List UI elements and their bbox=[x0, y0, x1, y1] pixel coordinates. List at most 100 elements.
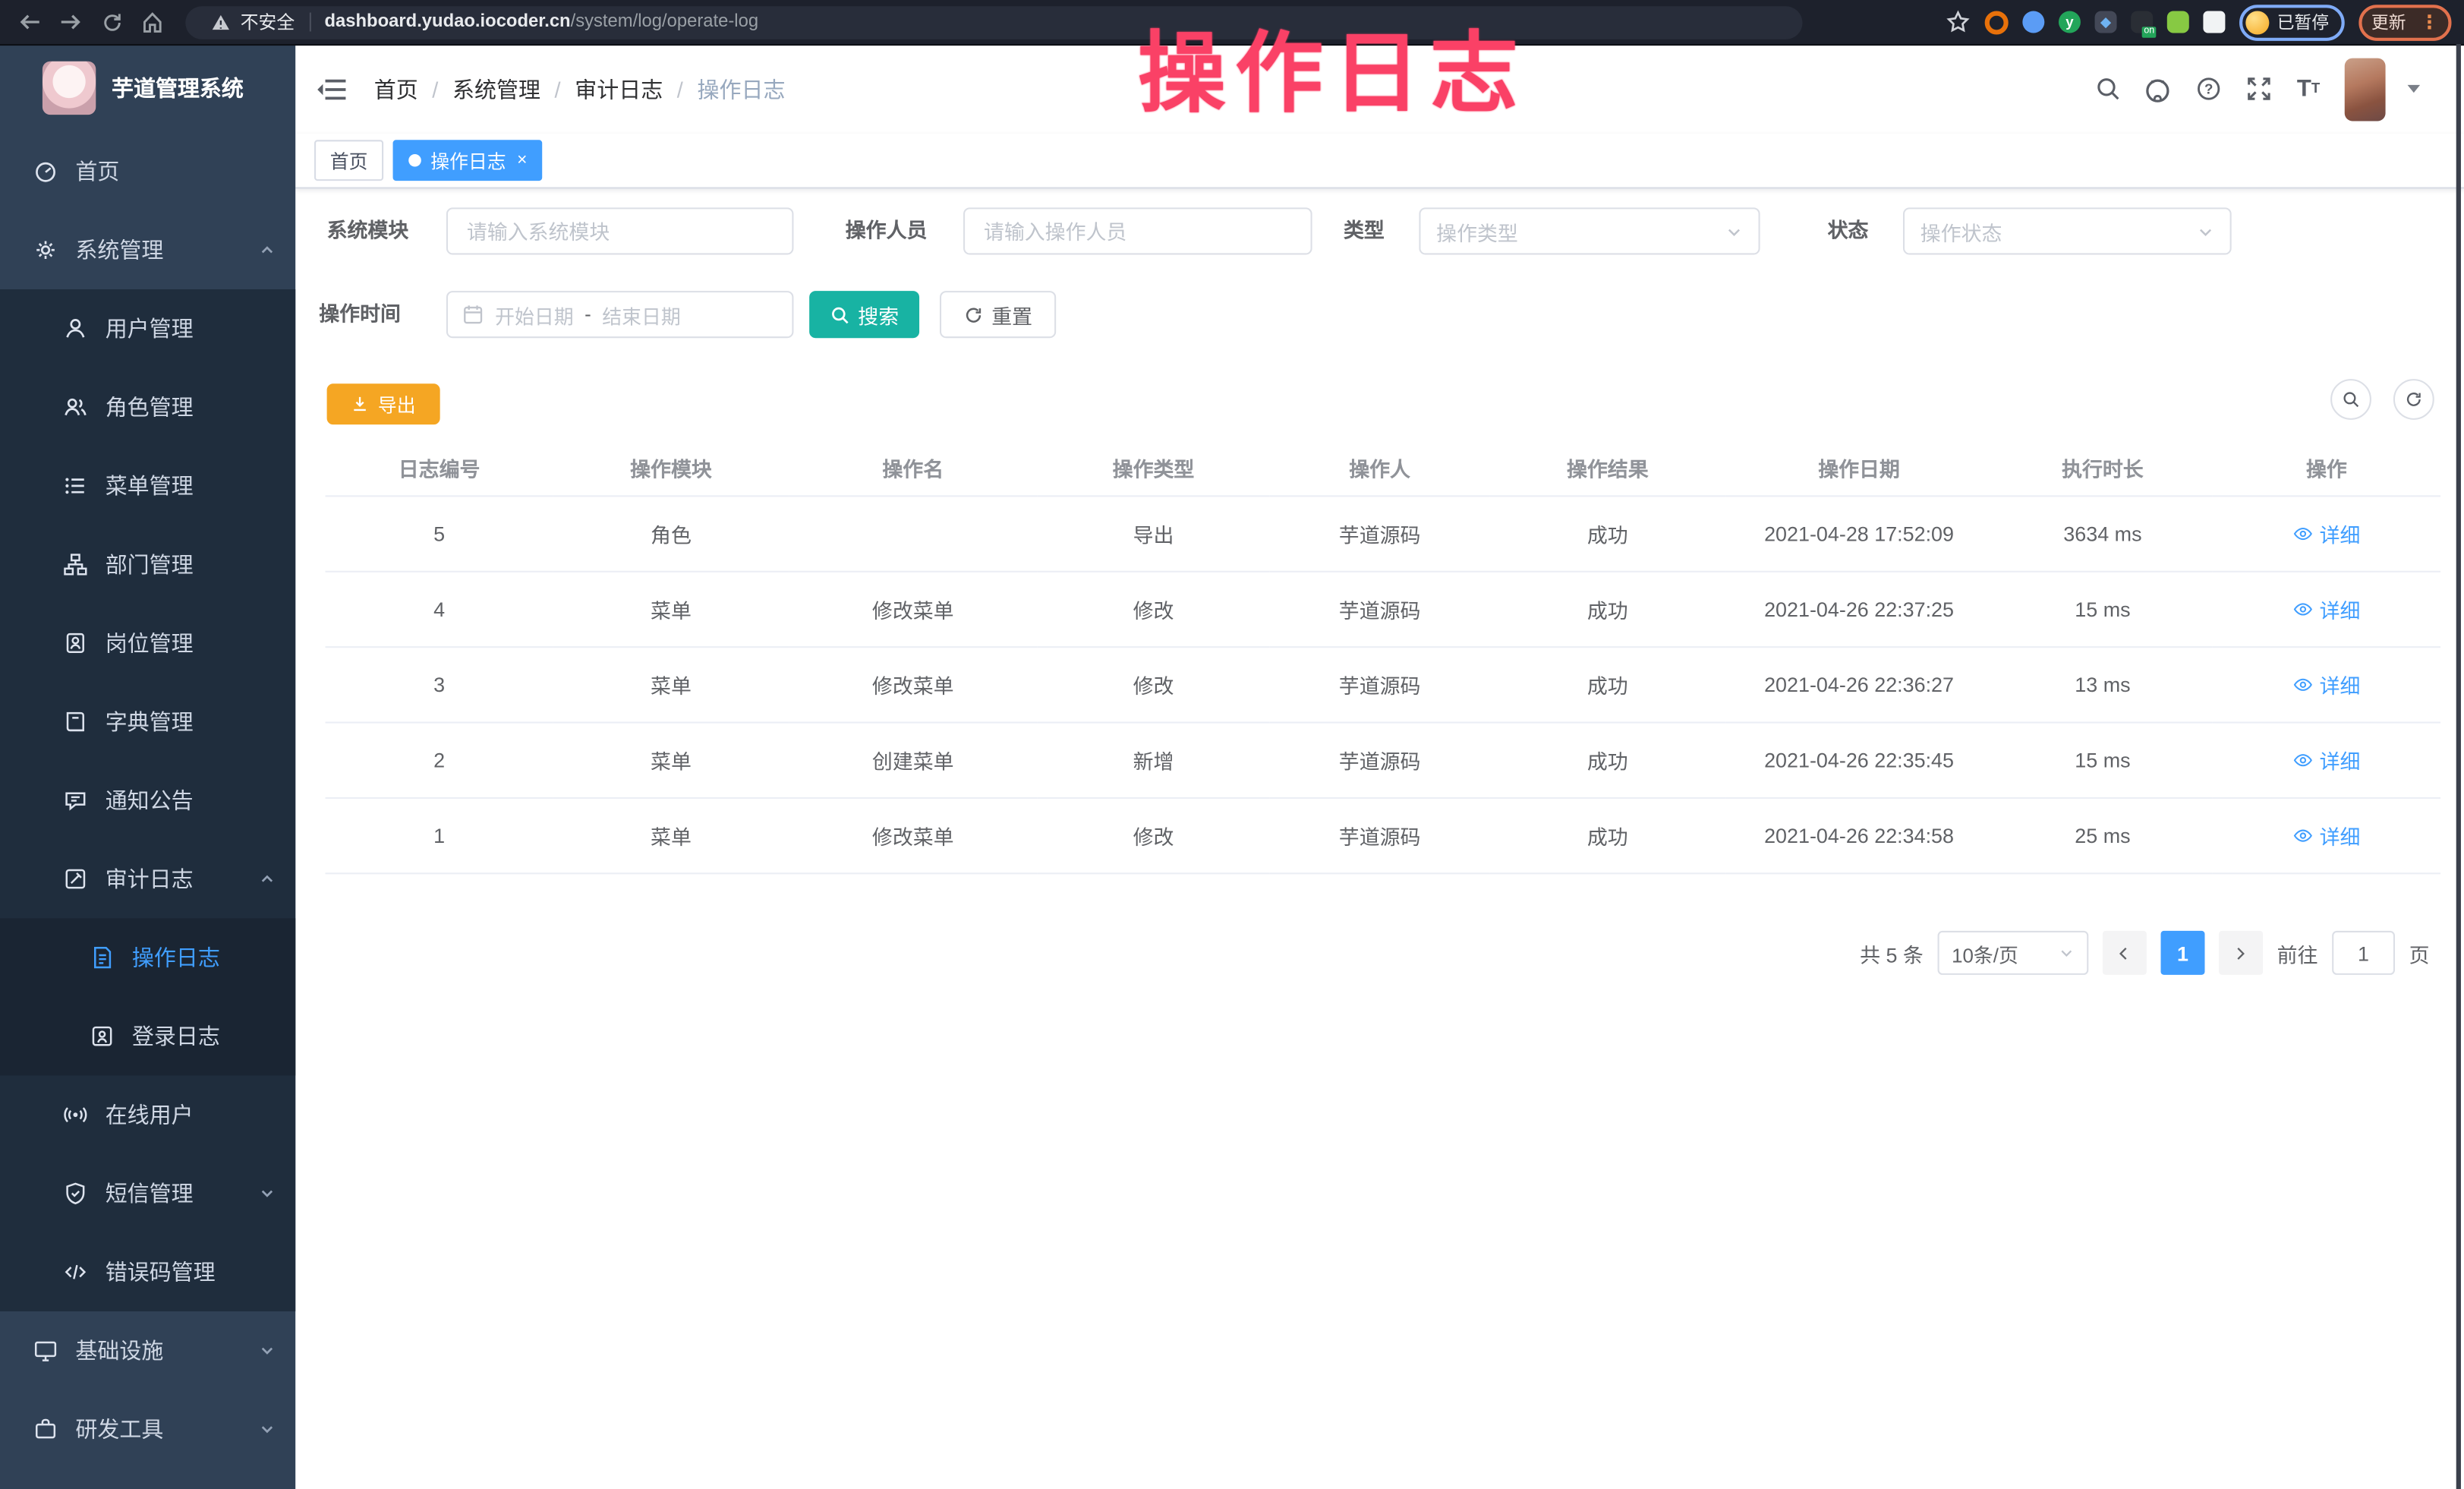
sidebar-item-audit-log[interactable]: 审计日志 bbox=[0, 840, 295, 919]
fullscreen-icon[interactable] bbox=[2244, 74, 2272, 103]
extension-icon-2[interactable] bbox=[2022, 11, 2044, 33]
page-size-select[interactable]: 10条/页 bbox=[1937, 931, 2088, 975]
github-icon[interactable] bbox=[2144, 74, 2172, 103]
id-badge-icon bbox=[63, 630, 88, 655]
goto-page-input[interactable] bbox=[2332, 931, 2395, 975]
col-log-id: 日志编号 bbox=[326, 440, 553, 497]
sidebar-item-departments[interactable]: 部门管理 bbox=[0, 525, 295, 604]
table-row: 2 菜单 创建菜单 新增 芋道源码 成功 2021-04-26 22:35:45… bbox=[326, 723, 2440, 798]
tag-operate-log[interactable]: 操作日志 × bbox=[393, 140, 544, 181]
sidebar-item-home[interactable]: 首页 bbox=[0, 132, 295, 211]
bookmark-star-icon[interactable] bbox=[1946, 9, 1971, 34]
operator-label: 操作人员 bbox=[846, 207, 928, 254]
sidebar-item-login-log[interactable]: 登录日志 bbox=[0, 997, 295, 1076]
users-icon bbox=[63, 395, 88, 420]
next-page-button[interactable] bbox=[2219, 931, 2263, 975]
breadcrumb-audit[interactable]: 审计日志 bbox=[575, 73, 663, 104]
search-icon[interactable] bbox=[2094, 74, 2122, 103]
operator-input[interactable] bbox=[963, 207, 1312, 254]
date-range-picker[interactable]: 开始日期 - 结束日期 bbox=[446, 291, 794, 338]
profile-avatar bbox=[2245, 10, 2269, 33]
page-unit-label: 页 bbox=[2409, 938, 2430, 967]
breadcrumb-system[interactable]: 系统管理 bbox=[452, 73, 540, 104]
eye-icon bbox=[2292, 750, 2313, 771]
export-button[interactable]: 导出 bbox=[327, 383, 440, 424]
login-log-icon bbox=[90, 1024, 115, 1049]
browser-profile-chip[interactable]: 已暂停 bbox=[2239, 4, 2345, 40]
caret-down-icon[interactable] bbox=[2408, 85, 2421, 99]
detail-link[interactable]: 详细 bbox=[2292, 746, 2360, 775]
browser-actions: y ◆ 已暂停 更新 ⋮ bbox=[1946, 4, 2464, 40]
system-submenu: 用户管理 角色管理 菜单管理 部门管理 岗位管理 字典管理 bbox=[0, 289, 295, 1311]
sidebar-item-menus[interactable]: 菜单管理 bbox=[0, 446, 295, 525]
sidebar-item-sms[interactable]: 短信管理 bbox=[0, 1154, 295, 1233]
type-select[interactable]: 操作类型 bbox=[1419, 207, 1760, 254]
toggle-search-button[interactable] bbox=[2330, 379, 2371, 420]
col-name: 操作名 bbox=[789, 440, 1037, 497]
detail-link[interactable]: 详细 bbox=[2292, 821, 2360, 850]
chevron-up-icon bbox=[260, 242, 276, 258]
detail-link[interactable]: 详细 bbox=[2292, 519, 2360, 548]
breadcrumb-home[interactable]: 首页 bbox=[374, 73, 418, 104]
browser-toolbar: 不安全 dashboard.yudao.iocoder.cn/system/lo… bbox=[0, 0, 2464, 46]
sidebar-item-dictionary[interactable]: 字典管理 bbox=[0, 683, 295, 762]
sidebar-item-operate-log[interactable]: 操作日志 bbox=[0, 918, 295, 997]
col-date: 操作日期 bbox=[1725, 440, 1993, 497]
sidebar-item-dev-tools[interactable]: 研发工具 bbox=[0, 1390, 295, 1469]
extension-icon-1[interactable] bbox=[1985, 10, 2009, 33]
browser-forward-icon[interactable] bbox=[50, 3, 91, 41]
profile-paused-label: 已暂停 bbox=[2277, 9, 2329, 34]
browser-menu-icon[interactable]: ⋮ bbox=[2420, 11, 2439, 33]
module-input[interactable] bbox=[446, 207, 794, 254]
browser-reload-icon[interactable] bbox=[91, 3, 132, 41]
prev-page-button[interactable] bbox=[2103, 931, 2147, 975]
book-icon bbox=[63, 709, 88, 734]
status-select[interactable]: 操作状态 bbox=[1903, 207, 2232, 254]
avatar[interactable] bbox=[2345, 58, 2386, 121]
active-dot bbox=[408, 154, 421, 167]
pagination: 共 5 条 10条/页 1 前往 页 bbox=[1860, 931, 2429, 975]
sidebar-item-users[interactable]: 用户管理 bbox=[0, 289, 295, 368]
sidebar-item-online-users[interactable]: 在线用户 bbox=[0, 1075, 295, 1154]
browser-update-chip[interactable]: 更新 ⋮ bbox=[2358, 4, 2451, 40]
window-edge bbox=[2456, 44, 2461, 1489]
current-page[interactable]: 1 bbox=[2160, 931, 2204, 975]
browser-address-bar[interactable]: 不安全 dashboard.yudao.iocoder.cn/system/lo… bbox=[185, 5, 1802, 38]
app-logo-row[interactable]: 芋道管理系统 bbox=[0, 44, 295, 132]
update-label: 更新 bbox=[2371, 9, 2406, 34]
extension-icon-4[interactable]: ◆ bbox=[2095, 11, 2117, 33]
menu-fold-icon[interactable] bbox=[316, 76, 347, 101]
browser-back-icon[interactable] bbox=[9, 3, 50, 41]
chevron-down-icon bbox=[260, 1185, 276, 1201]
sidebar-item-roles[interactable]: 角色管理 bbox=[0, 368, 295, 447]
operate-log-icon bbox=[90, 945, 115, 970]
font-size-icon[interactable]: TT bbox=[2294, 74, 2322, 103]
sidebar-item-infrastructure[interactable]: 基础设施 bbox=[0, 1311, 295, 1390]
reset-button[interactable]: 重置 bbox=[940, 291, 1056, 338]
goto-label: 前往 bbox=[2277, 938, 2318, 967]
help-icon[interactable]: ? bbox=[2194, 74, 2222, 103]
extension-icon-6[interactable] bbox=[2167, 11, 2189, 33]
sidebar-item-notices[interactable]: 通知公告 bbox=[0, 761, 295, 840]
detail-link[interactable]: 详细 bbox=[2292, 595, 2360, 624]
detail-link[interactable]: 详细 bbox=[2292, 670, 2360, 699]
search-button[interactable]: 搜索 bbox=[809, 291, 919, 338]
sidebar-item-label: 在线用户 bbox=[106, 1099, 194, 1130]
close-icon[interactable]: × bbox=[517, 152, 527, 169]
refresh-table-button[interactable] bbox=[2393, 379, 2434, 420]
sidebar-item-system[interactable]: 系统管理 bbox=[0, 210, 295, 289]
col-module: 操作模块 bbox=[553, 440, 789, 497]
chevron-down-icon bbox=[260, 1342, 276, 1358]
monitor-icon bbox=[33, 1338, 58, 1363]
browser-home-icon[interactable] bbox=[132, 3, 173, 41]
tag-label: 操作日志 bbox=[430, 147, 506, 174]
sidebar-item-error-codes[interactable]: 错误码管理 bbox=[0, 1233, 295, 1312]
url-path: /system/log/operate-log bbox=[571, 13, 758, 32]
extensions-puzzle-icon[interactable] bbox=[2203, 11, 2225, 33]
sidebar-item-posts[interactable]: 岗位管理 bbox=[0, 604, 295, 683]
tag-home[interactable]: 首页 bbox=[314, 140, 383, 181]
extension-icon-5[interactable] bbox=[2131, 11, 2153, 33]
extension-icon-3[interactable]: y bbox=[2059, 11, 2081, 33]
table-row: 5 角色 导出 芋道源码 成功 2021-04-28 17:52:09 3634… bbox=[326, 496, 2440, 571]
search-icon bbox=[2342, 390, 2361, 409]
